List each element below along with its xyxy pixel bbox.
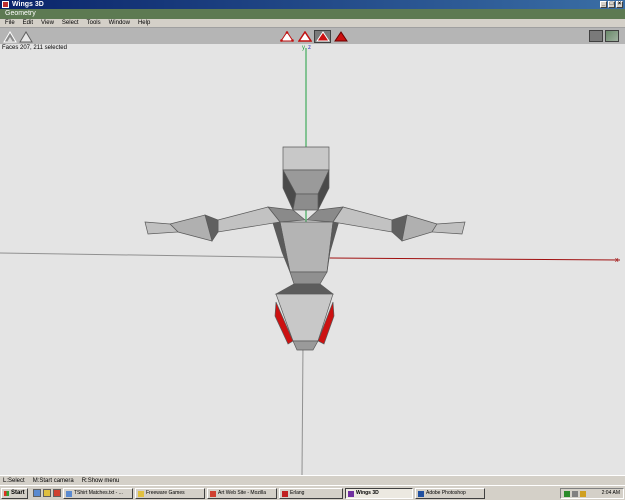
menu-select[interactable]: Select <box>60 19 85 27</box>
body-select-icon[interactable] <box>332 30 349 43</box>
window-title: Wings 3D <box>12 1 44 8</box>
vertex-select-icon[interactable] <box>278 30 295 43</box>
menu-tools[interactable]: Tools <box>85 19 107 27</box>
toolbar <box>0 28 625 45</box>
task-label: Adobe Photoshop <box>426 490 466 496</box>
geometry-panel-header: Geometry <box>0 9 625 19</box>
hint-left-button: L:Select <box>3 478 25 484</box>
task-art-web-site[interactable]: Art Web Site - Mozilla <box>207 488 277 499</box>
windows-taskbar: Start TShirt Matches.txt - ... Freeware … <box>0 485 625 500</box>
z-axis-label: z <box>308 45 311 51</box>
system-tray: 2:04 AM <box>560 488 624 499</box>
menu-window[interactable]: Window <box>107 19 136 27</box>
task-freeware-games[interactable]: Freeware Games <box>135 488 205 499</box>
view-mode-solid-icon[interactable] <box>19 30 33 43</box>
selection-mode-group <box>278 30 349 43</box>
start-label: Start <box>11 490 25 496</box>
minimize-button[interactable]: _ <box>600 1 607 8</box>
x-axis-positive <box>329 257 621 261</box>
mozilla-icon <box>210 491 216 497</box>
task-label: Erlang <box>290 490 305 496</box>
y-axis-label: y <box>302 45 305 51</box>
axes-toggle-icon[interactable] <box>605 30 619 42</box>
photoshop-icon <box>418 491 424 497</box>
right-toolbar <box>589 30 619 42</box>
character-mesh[interactable] <box>144 146 466 351</box>
taskbar-clock[interactable]: 2:04 AM <box>602 489 620 498</box>
groundplane-icon[interactable] <box>589 30 603 42</box>
tray-app-icon[interactable] <box>572 491 578 497</box>
task-label: Freeware Games <box>146 490 185 496</box>
window-controls: _ □ × <box>600 1 623 8</box>
task-label: TShirt Matches.txt - ... <box>74 490 123 496</box>
x-axis-label: x <box>615 257 619 264</box>
task-label: Art Web Site - Mozilla <box>218 490 266 496</box>
task-wings-3d[interactable]: Wings 3D <box>345 488 413 499</box>
y-axis-negative <box>301 343 304 475</box>
maximize-button[interactable]: □ <box>608 1 615 8</box>
volume-icon[interactable] <box>580 491 586 497</box>
view-mode-wire-icon[interactable] <box>3 30 17 43</box>
folder-icon <box>138 491 144 497</box>
face-select-icon[interactable] <box>314 30 331 43</box>
task-label: Wings 3D <box>356 490 379 496</box>
edge-select-icon[interactable] <box>296 30 313 43</box>
menu-bar: File Edit View Select Tools Window Help <box>0 19 625 28</box>
task-tshirt-notepad[interactable]: TShirt Matches.txt - ... <box>63 488 133 499</box>
3d-viewport[interactable]: z y x Faces 207, 211 selected <box>0 44 625 475</box>
viewport-canvas[interactable]: z y x <box>0 44 625 475</box>
notepad-icon <box>66 491 72 497</box>
hint-middle-button: M:Start camera <box>32 478 74 484</box>
hint-right-button: R:Show menu <box>81 478 120 484</box>
mouse-hint-bar: L:Select M:Start camera R:Show menu <box>0 475 625 485</box>
menu-view[interactable]: View <box>39 19 60 27</box>
explorer-icon[interactable] <box>43 489 51 497</box>
start-button[interactable]: Start <box>1 488 28 499</box>
task-erlang[interactable]: Erlang <box>279 488 343 499</box>
window-titlebar[interactable]: Wings 3D _ □ × <box>0 0 625 9</box>
erlang-icon <box>282 491 288 497</box>
menu-edit[interactable]: Edit <box>21 19 39 27</box>
x-axis-negative <box>0 252 331 259</box>
browser-icon[interactable] <box>53 489 61 497</box>
selection-status: Faces 207, 211 selected <box>2 45 67 51</box>
show-desktop-icon[interactable] <box>33 489 41 497</box>
close-button[interactable]: × <box>616 1 623 8</box>
windows-logo-icon <box>4 491 9 496</box>
network-icon[interactable] <box>564 491 570 497</box>
task-adobe-photoshop[interactable]: Adobe Photoshop <box>415 488 485 499</box>
wings-icon <box>348 491 354 497</box>
menu-help[interactable]: Help <box>136 19 156 27</box>
menu-file[interactable]: File <box>3 19 21 27</box>
wings-app-icon <box>2 1 9 8</box>
